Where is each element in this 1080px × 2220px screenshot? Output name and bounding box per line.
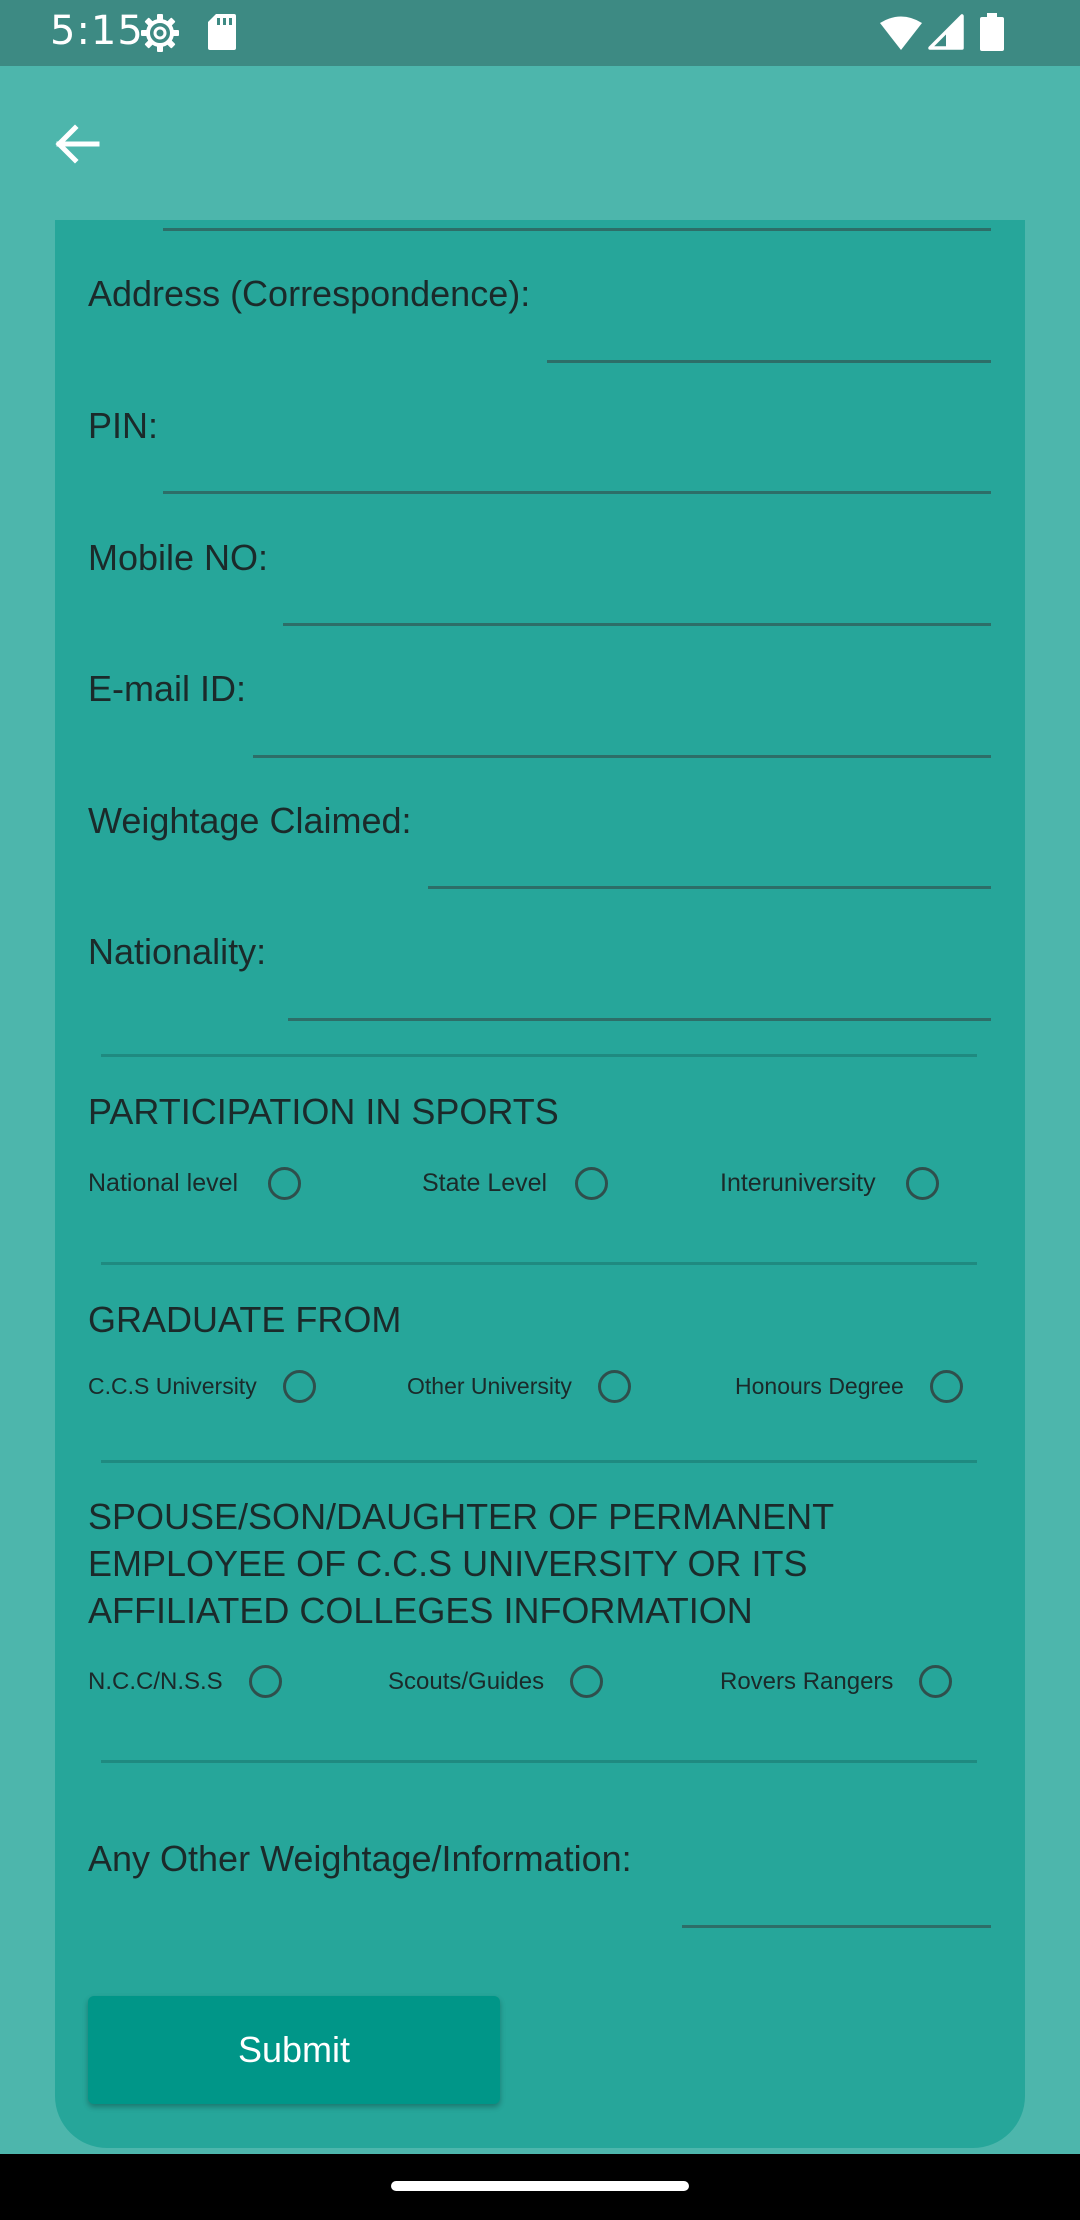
spouse-title: SPOUSE/SON/DAUGHTER OF PERMANENT EMPLOYE… — [88, 1496, 834, 1631]
option-label: National level — [88, 1169, 239, 1197]
app-bar — [0, 66, 1080, 220]
address-input[interactable] — [547, 360, 991, 363]
option-label: Scouts/Guides — [388, 1667, 545, 1695]
gear-icon — [140, 13, 180, 58]
option-label: Honours Degree — [735, 1373, 904, 1399]
sports-option-state[interactable]: State Level — [422, 1167, 609, 1200]
navigation-bar — [0, 2154, 1080, 2220]
radio-button[interactable] — [282, 1370, 316, 1403]
radio-button[interactable] — [905, 1167, 939, 1200]
option-label: Other University — [407, 1373, 572, 1399]
graduate-title: GRADUATE FROM — [88, 1299, 402, 1340]
form-card: Address (Correspondence): PIN: Mobile NO… — [55, 220, 1025, 2148]
divider — [101, 1054, 977, 1057]
option-label: Rovers Rangers — [720, 1667, 894, 1695]
email-label: E-mail ID: — [88, 668, 247, 709]
divider — [101, 1460, 977, 1463]
graduate-option-other[interactable]: Other University — [407, 1370, 631, 1403]
radio-button[interactable] — [268, 1167, 302, 1200]
pin-label: PIN: — [88, 405, 159, 446]
nationality-input[interactable] — [288, 1018, 991, 1021]
pin-input[interactable] — [163, 491, 991, 494]
back-button[interactable] — [40, 109, 114, 183]
submit-button[interactable]: Submit — [88, 1996, 500, 2104]
weightage-input[interactable] — [428, 886, 991, 889]
graduate-option-honours[interactable]: Honours Degree — [735, 1370, 963, 1403]
address-label: Address (Correspondence): — [88, 273, 531, 314]
option-label: C.C.S University — [88, 1373, 257, 1399]
sd-card-icon — [208, 14, 236, 55]
mobile-input[interactable] — [283, 623, 991, 626]
spouse-option-scouts[interactable]: Scouts/Guides — [388, 1665, 604, 1698]
weightage-label: Weightage Claimed: — [88, 800, 412, 841]
home-indicator[interactable] — [391, 2181, 689, 2191]
radio-button[interactable] — [919, 1665, 953, 1698]
cell-signal-icon — [928, 14, 964, 55]
radio-button[interactable] — [575, 1167, 609, 1200]
sports-option-interuniversity[interactable]: Interuniversity — [720, 1167, 939, 1200]
arrow-left-icon — [53, 120, 101, 173]
nationality-label: Nationality: — [88, 931, 267, 972]
radio-button[interactable] — [597, 1370, 631, 1403]
mobile-label: Mobile NO: — [88, 537, 269, 578]
radio-button[interactable] — [929, 1370, 963, 1403]
graduate-option-ccs[interactable]: C.C.S University — [88, 1370, 316, 1403]
radio-button[interactable] — [248, 1665, 282, 1698]
battery-icon — [980, 13, 1004, 56]
spouse-option-ncc[interactable]: N.C.C/N.S.S — [88, 1665, 282, 1698]
sports-title: PARTICIPATION IN SPORTS — [88, 1091, 559, 1132]
option-label: State Level — [422, 1169, 548, 1197]
status-bar: 5:15 — [0, 0, 1080, 66]
sports-option-national[interactable]: National level — [88, 1167, 302, 1200]
divider — [101, 1262, 977, 1265]
other-weightage-label: Any Other Weightage/Information: — [88, 1838, 632, 1879]
other-weightage-input[interactable] — [682, 1925, 991, 1928]
radio-button[interactable] — [570, 1665, 604, 1698]
status-time: 5:15 — [50, 8, 144, 54]
name-field-underline[interactable] — [163, 228, 991, 231]
option-label: Interuniversity — [720, 1169, 876, 1197]
spouse-option-rovers[interactable]: Rovers Rangers — [720, 1665, 953, 1698]
email-input[interactable] — [253, 755, 991, 758]
option-label: N.C.C/N.S.S — [88, 1667, 223, 1695]
divider — [101, 1760, 977, 1763]
wifi-icon — [880, 16, 922, 55]
